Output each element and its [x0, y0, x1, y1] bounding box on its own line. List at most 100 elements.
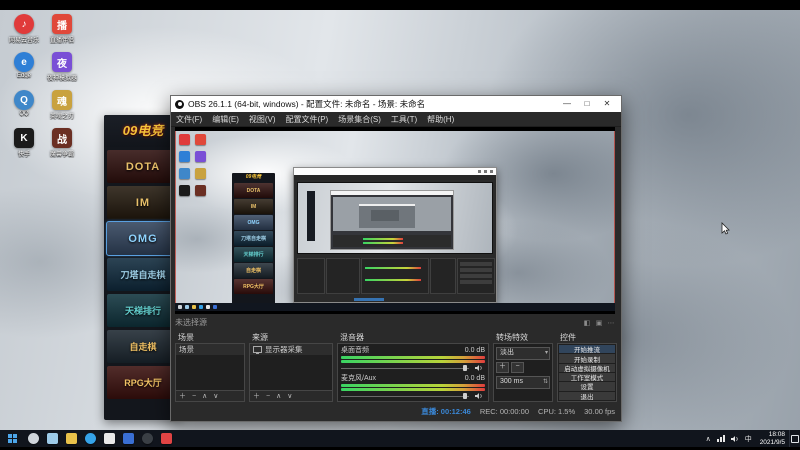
game-tile-chess[interactable]: 自走棋 — [107, 330, 179, 363]
mixer-dock: 混音器 桌面音频 0.0 dB 麦克风/Aux 0.0 dB — [337, 332, 489, 402]
sources-list: 显示器采集 ＋ − ∧ ∨ — [249, 343, 333, 402]
ime-indicator[interactable]: 中 — [745, 434, 752, 444]
qq-icon: Q — [14, 90, 34, 110]
snap-icon[interactable]: ◧ — [581, 319, 593, 327]
action-center-button[interactable] — [789, 430, 800, 447]
slider-knob[interactable] — [463, 365, 467, 371]
desktop-icon-edge[interactable]: e Edge — [6, 52, 42, 90]
game-tile-im[interactable]: IM — [107, 186, 179, 219]
virtual-camera-button[interactable]: 启动虚拟摄像机 — [559, 363, 615, 372]
menu-tools[interactable]: 工具(T) — [386, 114, 422, 125]
settings-button[interactable]: 设置 — [559, 382, 615, 391]
menu-help[interactable]: 帮助(H) — [422, 114, 459, 125]
network-icon[interactable] — [716, 435, 725, 442]
captured-meter — [365, 279, 421, 281]
slider-knob[interactable] — [463, 393, 467, 399]
minimize-button[interactable]: — — [557, 97, 577, 111]
window-title: OBS 26.1.1 (64-bit, windows) - 配置文件: 未命名… — [188, 99, 426, 109]
game-tile-dota[interactable]: DOTA — [107, 150, 179, 183]
captured-scenes-dock — [297, 258, 325, 294]
system-tray: ∧ 中 — [706, 434, 752, 444]
scene-up-button[interactable]: ∧ — [199, 392, 210, 400]
mouse-cursor-icon — [721, 222, 730, 235]
scene-item-label: 场景 — [179, 345, 194, 354]
scenes-dock: 场景 场景 ＋ − ∧ ∨ — [175, 332, 245, 402]
menu-view[interactable]: 视图(V) — [244, 114, 281, 125]
channel-name: 麦克风/Aux — [341, 375, 377, 382]
desktop-icon-war-game[interactable]: 战 魔兽争霸 — [44, 128, 80, 166]
remove-source-button[interactable]: − — [263, 393, 273, 400]
volume-slider[interactable] — [341, 392, 485, 400]
close-button[interactable]: ✕ — [597, 97, 617, 111]
start-recording-button[interactable]: 开始录制 — [559, 354, 615, 363]
taskbar-live-companion-icon[interactable] — [161, 433, 172, 444]
obs-window: OBS 26.1.1 (64-bit, windows) - 配置文件: 未命名… — [170, 95, 730, 422]
grid-icon[interactable]: ▣ — [593, 319, 605, 327]
scene-item[interactable]: 场景 — [176, 344, 244, 355]
tray-chevron-icon[interactable]: ∧ — [706, 435, 711, 443]
desktop-icon-qq[interactable]: Q QQ — [6, 90, 42, 128]
war-game-icon: 战 — [52, 128, 72, 148]
preview-area[interactable]: 09电竞 DOTA IM OMG 刀塔自走棋 天梯排行 自走棋 RPG大厅 — [175, 127, 615, 314]
game-tile-ladder[interactable]: 天梯排行 — [107, 294, 179, 327]
start-button[interactable] — [0, 430, 24, 447]
source-item-display-capture[interactable]: 显示器采集 — [250, 344, 332, 355]
mixer-dock-title: 混音器 — [337, 332, 489, 343]
clock-time: 18:08 — [768, 431, 785, 438]
studio-mode-button[interactable]: 工作室模式 — [559, 372, 615, 382]
speaker-icon[interactable] — [475, 392, 483, 400]
scenes-dock-title: 场景 — [175, 332, 245, 343]
action-center-icon — [791, 434, 799, 443]
obs-menubar: 文件(F) 编辑(E) 视图(V) 配置文件(P) 场景集合(S) 工具(T) … — [171, 112, 621, 127]
transition-select[interactable]: 淡出 ▾ — [496, 347, 550, 360]
game-tile-omg[interactable]: OMG — [106, 221, 180, 256]
icon-glyph: Q — [20, 94, 28, 106]
desktop-icon-game-client[interactable]: 魂 英魂之刃 — [44, 90, 80, 128]
captured-obs-titlebar-level2 — [331, 191, 453, 195]
exit-button[interactable]: 退出 — [559, 391, 615, 400]
menu-scene-collection[interactable]: 场景集合(S) — [333, 114, 386, 125]
taskbar-clock[interactable]: 18:08 2021/9/5 — [756, 431, 789, 446]
taskbar-obs-icon[interactable] — [142, 433, 153, 444]
kuaishou-icon: K — [14, 128, 34, 148]
taskbar-store-icon[interactable] — [104, 433, 115, 444]
source-up-button[interactable]: ∧ — [273, 392, 284, 400]
remove-scene-button[interactable]: − — [189, 393, 199, 400]
speaker-icon[interactable] — [475, 364, 483, 372]
obs-statusbar: 直播: 00:12:46 REC: 00:00:00 CPU: 1.5% 30.… — [175, 404, 615, 418]
taskbar-task-view-icon[interactable] — [47, 433, 58, 444]
captured-game-panel: 09电竞 DOTA IM OMG 刀塔自走棋 天梯排行 自走棋 RPG大厅 — [232, 173, 275, 311]
volume-icon[interactable] — [730, 435, 739, 443]
transition-duration-field[interactable]: 300 ms ⇅ — [496, 376, 550, 389]
taskbar-file-explorer-icon[interactable] — [66, 433, 77, 444]
remove-transition-button[interactable]: − — [511, 362, 524, 373]
mixer-channel-desktop-audio: 桌面音频 0.0 dB — [341, 346, 485, 372]
spinner-icon[interactable]: ⇅ — [543, 377, 548, 387]
taskbar-edge-icon[interactable] — [85, 433, 96, 444]
captured-control-button — [460, 274, 492, 278]
source-down-button[interactable]: ∨ — [284, 392, 295, 400]
desktop-icon-live-companion[interactable]: 播 直播伴侣 — [44, 14, 80, 52]
captured-obs-docks — [297, 258, 495, 294]
menu-edit[interactable]: 编辑(E) — [207, 114, 244, 125]
game-tile-rpg-hall[interactable]: RPG大厅 — [107, 366, 179, 399]
taskbar-photos-icon[interactable] — [123, 433, 134, 444]
menu-profile[interactable]: 配置文件(P) — [281, 114, 334, 125]
game-tile-autochess[interactable]: 刀塔自走棋 — [107, 258, 179, 291]
volume-slider[interactable] — [341, 364, 485, 372]
maximize-button[interactable]: □ — [577, 97, 597, 111]
add-scene-button[interactable]: ＋ — [176, 391, 189, 401]
desktop-icon-emulator[interactable]: 夜 夜神模拟器 — [44, 52, 80, 90]
obs-titlebar[interactable]: OBS 26.1.1 (64-bit, windows) - 配置文件: 未命名… — [171, 96, 621, 112]
icon-glyph: 战 — [57, 134, 67, 146]
start-streaming-button[interactable]: 开始推流 — [559, 345, 615, 354]
taskbar-search-icon[interactable] — [28, 433, 39, 444]
desktop-icon-netease-music[interactable]: ♪ 网易云音乐 — [6, 14, 42, 52]
more-icon[interactable]: ⋯ — [605, 319, 617, 327]
add-source-button[interactable]: ＋ — [250, 391, 263, 401]
desktop-icon-kuaishou[interactable]: K 快手 — [6, 128, 42, 166]
add-transition-button[interactable]: ＋ — [496, 362, 509, 373]
scene-down-button[interactable]: ∨ — [210, 392, 221, 400]
menu-file[interactable]: 文件(F) — [171, 114, 207, 125]
controls-body: 开始推流 开始录制 启动虚拟摄像机 工作室模式 设置 退出 — [557, 343, 617, 402]
